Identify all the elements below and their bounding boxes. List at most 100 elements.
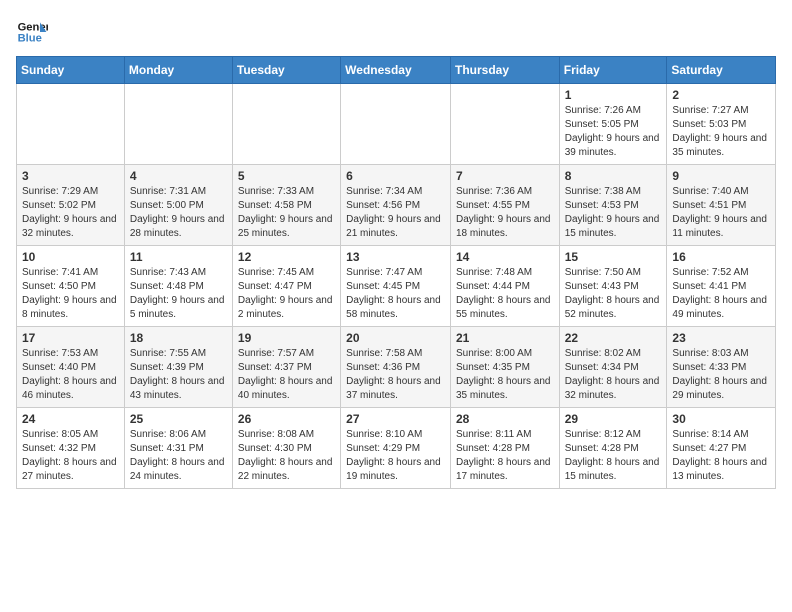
day-number: 20: [346, 331, 445, 345]
day-info: Sunrise: 8:03 AM Sunset: 4:33 PM Dayligh…: [672, 347, 770, 403]
week-row-0: 1 Sunrise: 7:26 AM Sunset: 5:05 PM Daylig…: [17, 84, 776, 165]
day-cell: 12 Sunrise: 7:45 AM Sunset: 4:47 PM Dayli…: [232, 246, 340, 327]
day-cell: 21Sunrise: 8:00 AM Sunset: 4:35 PM Dayli…: [450, 327, 559, 408]
day-number: 13: [346, 250, 445, 264]
day-cell: 22 Sunrise: 8:02 AM Sunset: 4:34 PM Dayli…: [559, 327, 667, 408]
day-cell: 20 Sunrise: 7:58 AM Sunset: 4:36 PM Dayli…: [341, 327, 451, 408]
day-number: 9: [672, 169, 770, 183]
day-number: 12: [238, 250, 335, 264]
day-number: 27: [346, 412, 445, 426]
week-row-3: 17Sunrise: 7:53 AM Sunset: 4:40 PM Dayli…: [17, 327, 776, 408]
day-cell: 6 Sunrise: 7:34 AM Sunset: 4:56 PM Daylig…: [341, 165, 451, 246]
day-cell: 5 Sunrise: 7:33 AM Sunset: 4:58 PM Daylig…: [232, 165, 340, 246]
day-info: Sunrise: 8:02 AM Sunset: 4:34 PM Dayligh…: [565, 347, 662, 403]
day-info: Sunrise: 7:57 AM Sunset: 4:37 PM Dayligh…: [238, 347, 335, 403]
day-cell: 16 Sunrise: 7:52 AM Sunset: 4:41 PM Dayli…: [667, 246, 776, 327]
calendar-header-row: SundayMondayTuesdayWednesdayThursdayFrid…: [17, 57, 776, 84]
day-info: Sunrise: 8:08 AM Sunset: 4:30 PM Dayligh…: [238, 428, 335, 484]
day-cell: 1 Sunrise: 7:26 AM Sunset: 5:05 PM Daylig…: [559, 84, 667, 165]
day-cell: 10 Sunrise: 7:41 AM Sunset: 4:50 PM Dayli…: [17, 246, 125, 327]
day-number: 8: [565, 169, 662, 183]
day-info: Sunrise: 8:10 AM Sunset: 4:29 PM Dayligh…: [346, 428, 445, 484]
header-sunday: Sunday: [17, 57, 125, 84]
day-number: 30: [672, 412, 770, 426]
day-info: Sunrise: 8:14 AM Sunset: 4:27 PM Dayligh…: [672, 428, 770, 484]
day-number: 1: [565, 88, 662, 102]
day-number: 25: [130, 412, 227, 426]
day-info: Sunrise: 7:58 AM Sunset: 4:36 PM Dayligh…: [346, 347, 445, 403]
day-cell: 11 Sunrise: 7:43 AM Sunset: 4:48 PM Dayli…: [124, 246, 232, 327]
header-friday: Friday: [559, 57, 667, 84]
day-number: 23: [672, 331, 770, 345]
day-number: 16: [672, 250, 770, 264]
day-info: Sunrise: 7:26 AM Sunset: 5:05 PM Dayligh…: [565, 104, 662, 160]
day-number: 28: [456, 412, 554, 426]
day-info: Sunrise: 7:33 AM Sunset: 4:58 PM Dayligh…: [238, 185, 335, 241]
day-cell: 26 Sunrise: 8:08 AM Sunset: 4:30 PM Dayli…: [232, 408, 340, 489]
day-info: Sunrise: 7:38 AM Sunset: 4:53 PM Dayligh…: [565, 185, 662, 241]
day-info: Sunrise: 7:31 AM Sunset: 5:00 PM Dayligh…: [130, 185, 227, 241]
day-number: 6: [346, 169, 445, 183]
day-number: 15: [565, 250, 662, 264]
day-info: Sunrise: 8:11 AM Sunset: 4:28 PM Dayligh…: [456, 428, 554, 484]
day-cell: [124, 84, 232, 165]
day-number: 22: [565, 331, 662, 345]
day-cell: 17Sunrise: 7:53 AM Sunset: 4:40 PM Dayli…: [17, 327, 125, 408]
week-row-4: 24Sunrise: 8:05 AM Sunset: 4:32 PM Dayli…: [17, 408, 776, 489]
day-info: Sunrise: 8:06 AM Sunset: 4:31 PM Dayligh…: [130, 428, 227, 484]
day-info: Sunrise: 8:12 AM Sunset: 4:28 PM Dayligh…: [565, 428, 662, 484]
day-info: Sunrise: 7:47 AM Sunset: 4:45 PM Dayligh…: [346, 266, 445, 322]
day-cell: 30 Sunrise: 8:14 AM Sunset: 4:27 PM Dayli…: [667, 408, 776, 489]
day-info: Sunrise: 7:48 AM Sunset: 4:44 PM Dayligh…: [456, 266, 554, 322]
day-number: 2: [672, 88, 770, 102]
day-number: 18: [130, 331, 227, 345]
day-cell: 2 Sunrise: 7:27 AM Sunset: 5:03 PM Daylig…: [667, 84, 776, 165]
day-number: 21: [456, 331, 554, 345]
header-tuesday: Tuesday: [232, 57, 340, 84]
day-cell: [232, 84, 340, 165]
day-cell: 15 Sunrise: 7:50 AM Sunset: 4:43 PM Dayli…: [559, 246, 667, 327]
day-info: Sunrise: 7:43 AM Sunset: 4:48 PM Dayligh…: [130, 266, 227, 322]
day-info: Sunrise: 7:29 AM Sunset: 5:02 PM Dayligh…: [22, 185, 119, 241]
day-info: Sunrise: 7:34 AM Sunset: 4:56 PM Dayligh…: [346, 185, 445, 241]
day-cell: 28 Sunrise: 8:11 AM Sunset: 4:28 PM Dayli…: [450, 408, 559, 489]
day-info: Sunrise: 7:27 AM Sunset: 5:03 PM Dayligh…: [672, 104, 770, 160]
day-number: 5: [238, 169, 335, 183]
day-cell: 13 Sunrise: 7:47 AM Sunset: 4:45 PM Dayli…: [341, 246, 451, 327]
day-info: Sunrise: 7:40 AM Sunset: 4:51 PM Dayligh…: [672, 185, 770, 241]
week-row-2: 10 Sunrise: 7:41 AM Sunset: 4:50 PM Dayli…: [17, 246, 776, 327]
day-cell: 14 Sunrise: 7:48 AM Sunset: 4:44 PM Dayli…: [450, 246, 559, 327]
day-cell: 9 Sunrise: 7:40 AM Sunset: 4:51 PM Daylig…: [667, 165, 776, 246]
day-number: 3: [22, 169, 119, 183]
day-info: Sunrise: 7:50 AM Sunset: 4:43 PM Dayligh…: [565, 266, 662, 322]
day-cell: 19 Sunrise: 7:57 AM Sunset: 4:37 PM Dayli…: [232, 327, 340, 408]
day-info: Sunrise: 7:55 AM Sunset: 4:39 PM Dayligh…: [130, 347, 227, 403]
day-cell: 8 Sunrise: 7:38 AM Sunset: 4:53 PM Daylig…: [559, 165, 667, 246]
day-cell: [450, 84, 559, 165]
day-number: 19: [238, 331, 335, 345]
day-info: Sunrise: 7:45 AM Sunset: 4:47 PM Dayligh…: [238, 266, 335, 322]
header-wednesday: Wednesday: [341, 57, 451, 84]
day-number: 4: [130, 169, 227, 183]
day-number: 17: [22, 331, 119, 345]
day-info: Sunrise: 7:52 AM Sunset: 4:41 PM Dayligh…: [672, 266, 770, 322]
day-number: 7: [456, 169, 554, 183]
header-saturday: Saturday: [667, 57, 776, 84]
day-info: Sunrise: 8:05 AM Sunset: 4:32 PM Dayligh…: [22, 428, 119, 484]
day-cell: [17, 84, 125, 165]
day-cell: 29 Sunrise: 8:12 AM Sunset: 4:28 PM Dayli…: [559, 408, 667, 489]
day-cell: 7 Sunrise: 7:36 AM Sunset: 4:55 PM Daylig…: [450, 165, 559, 246]
day-number: 26: [238, 412, 335, 426]
day-cell: 25 Sunrise: 8:06 AM Sunset: 4:31 PM Dayli…: [124, 408, 232, 489]
day-number: 11: [130, 250, 227, 264]
calendar: SundayMondayTuesdayWednesdayThursdayFrid…: [16, 56, 776, 489]
header: General Blue: [16, 16, 776, 48]
logo: General Blue: [16, 16, 48, 48]
day-cell: 24Sunrise: 8:05 AM Sunset: 4:32 PM Dayli…: [17, 408, 125, 489]
svg-text:Blue: Blue: [18, 33, 42, 45]
day-info: Sunrise: 7:36 AM Sunset: 4:55 PM Dayligh…: [456, 185, 554, 241]
day-info: Sunrise: 7:41 AM Sunset: 4:50 PM Dayligh…: [22, 266, 119, 322]
day-number: 14: [456, 250, 554, 264]
day-number: 10: [22, 250, 119, 264]
day-number: 29: [565, 412, 662, 426]
